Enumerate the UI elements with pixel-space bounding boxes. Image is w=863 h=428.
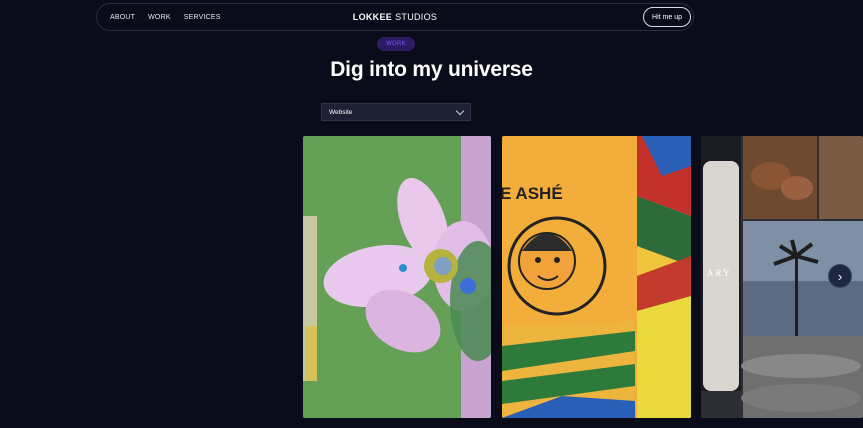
project-card-flower[interactable]: [303, 136, 491, 418]
page-title: Dig into my universe: [330, 58, 533, 81]
ary-logo-text: ARY: [707, 268, 732, 278]
ashe-project-image: E ASHÉ: [502, 136, 691, 418]
carousel-next-button[interactable]: ›: [828, 264, 852, 288]
top-navigation: ABOUT WORK SERVICES LOKKEE STUDIOS Hit m…: [96, 3, 694, 31]
hit-me-up-button[interactable]: Hit me up: [643, 7, 691, 27]
brand-name-light: STUDIOS: [395, 12, 438, 22]
brand-logo[interactable]: LOKKEE STUDIOS: [97, 4, 693, 30]
brand-name-bold: LOKKEE: [352, 12, 393, 22]
ashe-logo-text: E ASHÉ: [502, 184, 563, 203]
project-card-ashe[interactable]: E ASHÉ: [502, 136, 691, 418]
chevron-down-icon: [455, 106, 465, 115]
flower-project-image: [303, 136, 491, 418]
section-badge: WORK: [377, 37, 415, 51]
category-filter-select[interactable]: Website: [321, 103, 471, 121]
category-filter-value: Website: [329, 108, 353, 116]
chevron-right-icon: ›: [837, 268, 843, 284]
